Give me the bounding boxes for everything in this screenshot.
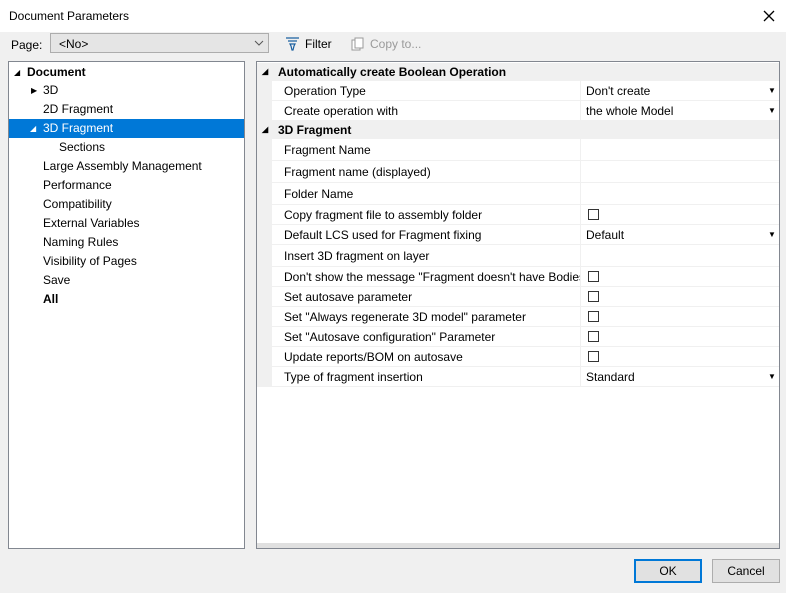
filter-label: Filter	[305, 37, 332, 51]
dropdown-arrow-icon[interactable]: ▼	[768, 225, 776, 245]
prop-row[interactable]: Set "Always regenerate 3D model" paramet…	[257, 307, 779, 327]
tree-item-save[interactable]: Save	[9, 271, 244, 290]
prop-name: Set "Always regenerate 3D model" paramet…	[284, 310, 526, 324]
prop-row[interactable]: Set autosave parameter	[257, 287, 779, 307]
window-title: Document Parameters	[9, 9, 130, 23]
close-icon	[763, 10, 775, 22]
prop-value: Standard	[586, 370, 635, 384]
expanded-arrow-icon: ◢	[262, 67, 269, 76]
filter-icon	[286, 37, 299, 51]
filter-button[interactable]: Filter	[285, 35, 332, 53]
tree-item-naming-rules[interactable]: Naming Rules	[9, 233, 244, 252]
prop-row[interactable]: Folder Name	[257, 183, 779, 205]
prop-value: the whole Model	[586, 104, 674, 118]
tree-item-compatibility[interactable]: Compatibility	[9, 195, 244, 214]
tree-item-all[interactable]: All	[9, 290, 244, 309]
prop-row[interactable]: Fragment name (displayed)	[257, 161, 779, 183]
prop-name: Fragment name (displayed)	[284, 165, 431, 179]
checkbox[interactable]	[588, 271, 599, 282]
page-select[interactable]: <No>	[50, 33, 269, 53]
prop-name: Insert 3D fragment on layer	[284, 249, 430, 263]
copy-icon	[351, 37, 364, 51]
copy-to-label: Copy to...	[370, 37, 422, 51]
close-button[interactable]	[755, 4, 783, 28]
dropdown-arrow-icon[interactable]: ▼	[768, 101, 776, 121]
tree-item-2d-fragment[interactable]: 2D Fragment	[9, 100, 244, 119]
cancel-button[interactable]: Cancel	[712, 559, 780, 583]
chevron-down-icon	[254, 40, 264, 46]
dropdown-arrow-icon[interactable]: ▼	[768, 81, 776, 101]
prop-name: Set "Autosave configuration" Parameter	[284, 330, 496, 344]
expanded-arrow-icon: ◢	[262, 125, 269, 134]
collapsed-arrow-icon: ▶	[31, 86, 38, 95]
tree-item-3d-fragment[interactable]: ◢ 3D Fragment	[9, 119, 244, 138]
tree-item-3d[interactable]: ▶ 3D	[9, 81, 244, 100]
prop-row[interactable]: Set "Autosave configuration" Parameter	[257, 327, 779, 347]
dropdown-arrow-icon[interactable]: ▼	[768, 367, 776, 387]
prop-row[interactable]: Fragment Name	[257, 139, 779, 161]
checkbox[interactable]	[588, 311, 599, 322]
prop-name: Set autosave parameter	[284, 290, 413, 304]
tree-item-external-variables[interactable]: External Variables	[9, 214, 244, 233]
tree-item-performance[interactable]: Performance	[9, 176, 244, 195]
checkbox[interactable]	[588, 291, 599, 302]
category-tree[interactable]: ◢ Document ▶ 3D 2D Fragment ◢ 3D Fragmen…	[8, 61, 245, 549]
prop-name: Folder Name	[284, 187, 354, 201]
copy-to-button[interactable]: Copy to...	[351, 35, 421, 53]
ok-button[interactable]: OK	[634, 559, 702, 583]
tree-item-sections[interactable]: Sections	[9, 138, 244, 157]
tree-item-large-assembly-management[interactable]: Large Assembly Management	[9, 157, 244, 176]
prop-row[interactable]: Create operation with the whole Model ▼	[257, 101, 779, 121]
grid-footer-bar	[257, 543, 779, 548]
prop-row[interactable]: Operation Type Don't create ▼	[257, 81, 779, 101]
property-grid[interactable]: ◢ Automatically create Boolean Operation…	[256, 61, 780, 549]
tree-item-visibility-of-pages[interactable]: Visibility of Pages	[9, 252, 244, 271]
prop-value: Default	[586, 228, 625, 242]
checkbox[interactable]	[588, 209, 599, 220]
tree-item-document[interactable]: ◢ Document	[9, 63, 244, 82]
prop-row[interactable]: Type of fragment insertion Standard ▼	[257, 367, 779, 387]
page-select-value: <No>	[59, 37, 89, 51]
prop-row[interactable]: Insert 3D fragment on layer	[257, 245, 779, 267]
prop-name: Copy fragment file to assembly folder	[284, 208, 483, 222]
prop-value: Don't create	[586, 84, 651, 98]
expanded-arrow-icon: ◢	[30, 124, 37, 133]
prop-row[interactable]: Update reports/BOM on autosave	[257, 347, 779, 367]
prop-name: Don't show the message "Fragment doesn't…	[284, 270, 580, 284]
prop-name: Create operation with	[284, 104, 399, 118]
category-3d-fragment[interactable]: ◢ 3D Fragment	[257, 121, 779, 139]
prop-name: Update reports/BOM on autosave	[284, 350, 463, 364]
prop-name: Operation Type	[284, 84, 366, 98]
prop-row[interactable]: Don't show the message "Fragment doesn't…	[257, 267, 779, 287]
title-bar: Document Parameters	[0, 0, 786, 32]
checkbox[interactable]	[588, 331, 599, 342]
prop-name: Default LCS used for Fragment fixing	[284, 228, 482, 242]
prop-row[interactable]: Copy fragment file to assembly folder	[257, 205, 779, 225]
checkbox[interactable]	[588, 351, 599, 362]
prop-name: Fragment Name	[284, 143, 371, 157]
prop-row[interactable]: Default LCS used for Fragment fixing Def…	[257, 225, 779, 245]
prop-name: Type of fragment insertion	[284, 370, 423, 384]
page-label: Page:	[11, 38, 43, 52]
expanded-arrow-icon: ◢	[14, 68, 21, 77]
category-boolean-operation[interactable]: ◢ Automatically create Boolean Operation	[257, 63, 779, 81]
